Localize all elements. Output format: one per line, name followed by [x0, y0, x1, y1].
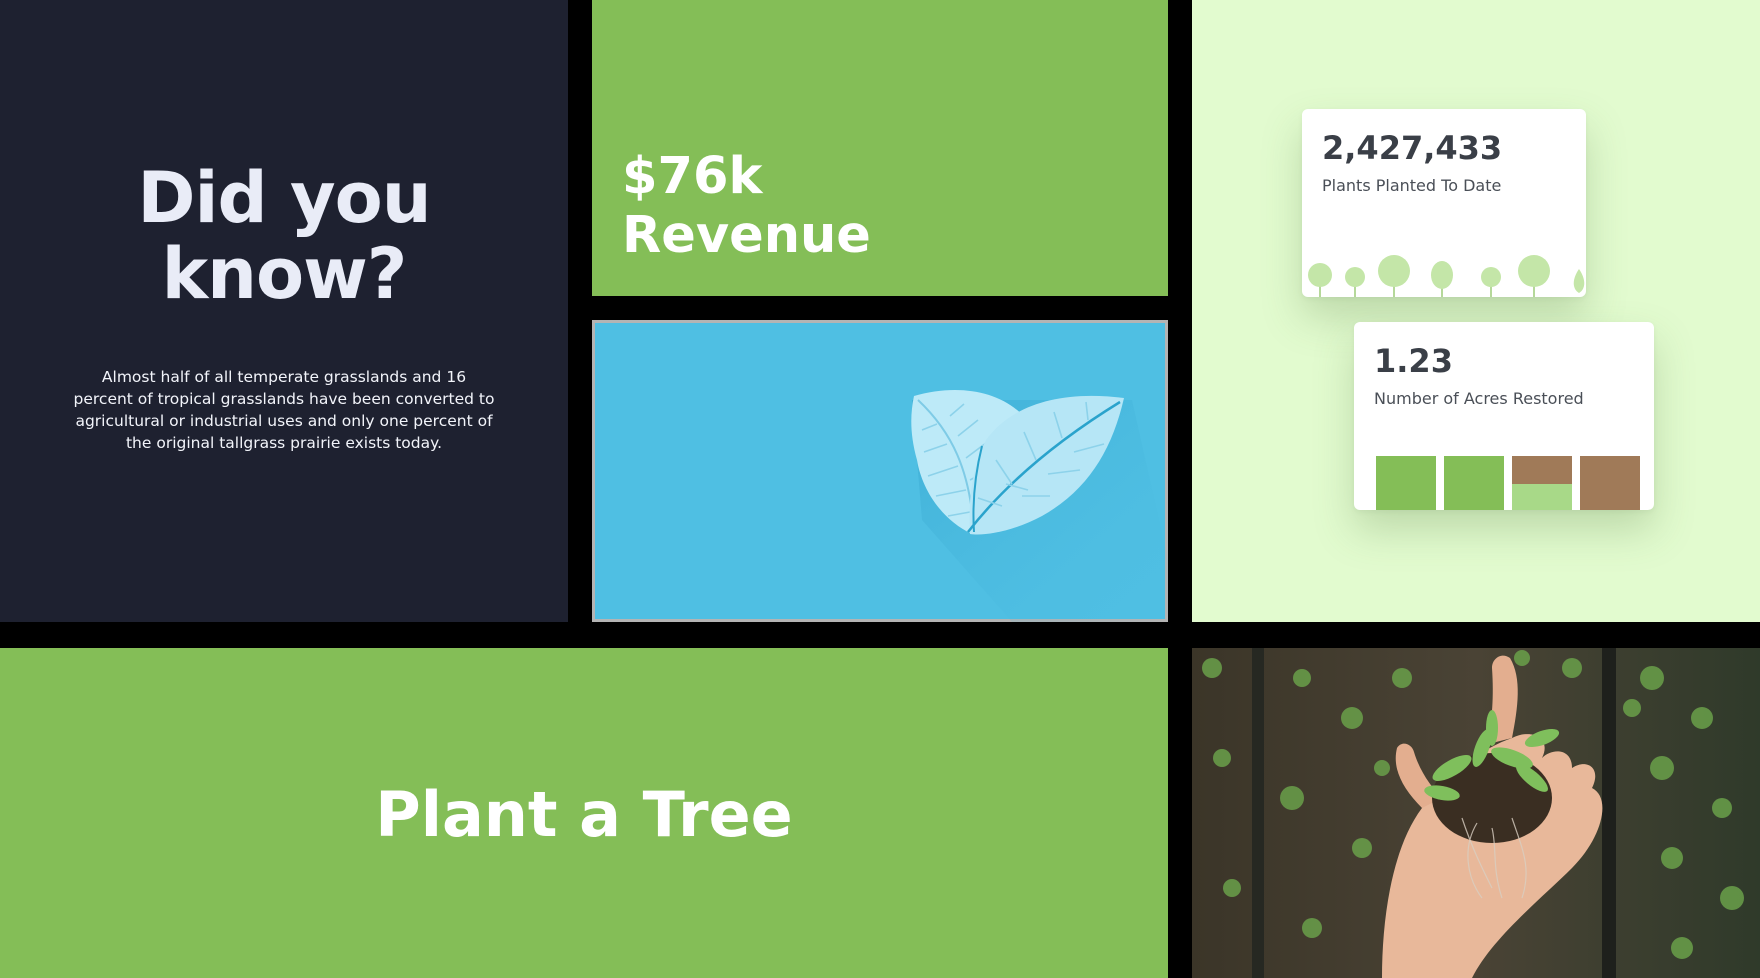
fact-heading-line2: know?	[161, 233, 408, 315]
seedlings-in-hand-photo	[1192, 648, 1760, 978]
acre-swatch-green	[1376, 456, 1436, 510]
revenue-tile: $76k Revenue	[592, 0, 1168, 296]
fact-body: Almost half of all temperate grasslands …	[73, 368, 495, 452]
seedlings-photo-illustration	[1192, 648, 1760, 978]
fact-heading: Did you know?	[0, 160, 568, 312]
plant-a-tree-tile[interactable]: Plant a Tree	[0, 648, 1168, 978]
revenue-amount: $76k	[622, 147, 763, 206]
plants-card: 2,427,433 Plants Planted To Date	[1302, 109, 1586, 297]
acre-swatch-partial-soil	[1512, 456, 1572, 484]
stats-tile: 2,427,433 Plants Planted To Date 1.23 Nu…	[1192, 0, 1760, 622]
fact-heading-line1: Did you	[137, 157, 431, 239]
leaf-tile	[592, 320, 1168, 622]
plant-a-tree-label: Plant a Tree	[375, 778, 793, 851]
acres-swatches	[1376, 456, 1640, 510]
acre-swatch-partial-growth	[1512, 484, 1572, 510]
revenue-label: Revenue	[622, 206, 871, 265]
acres-card: 1.23 Number of Acres Restored	[1354, 322, 1654, 510]
leaf-icon	[911, 389, 1168, 622]
acre-swatch-soil	[1580, 456, 1640, 510]
tree-icon	[1308, 255, 1585, 297]
acre-swatch-green	[1444, 456, 1504, 510]
fact-tile: Did you know? Almost half of all tempera…	[0, 0, 568, 622]
